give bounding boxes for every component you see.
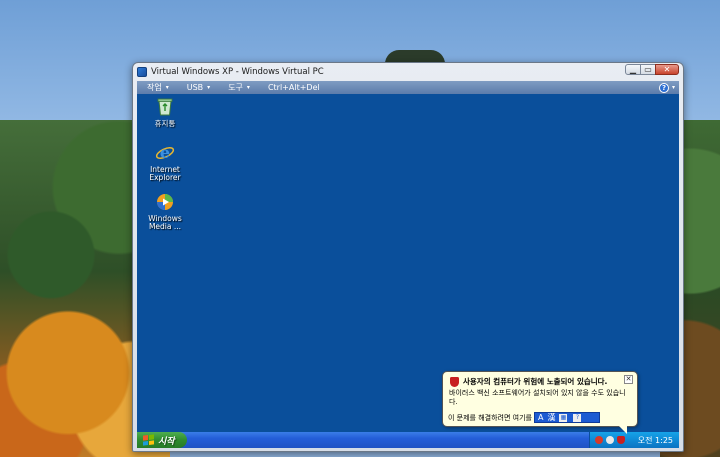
menu-action-label: 작업 bbox=[147, 83, 162, 92]
balloon-header: 사용자의 컴퓨터가 위험에 노출되어 있습니다. bbox=[448, 376, 632, 387]
desktop-icon-internet-explorer[interactable]: e Internet Explorer bbox=[138, 142, 192, 182]
desktop-icon-label: Windows Media ... bbox=[148, 214, 182, 231]
chevron-down-icon: ▾ bbox=[165, 84, 169, 91]
security-alert-icon[interactable] bbox=[595, 436, 603, 444]
menu-action[interactable]: 작업 ▾ bbox=[147, 82, 169, 93]
help-icon: ? bbox=[658, 82, 669, 93]
virtual-pc-icon bbox=[137, 66, 147, 77]
menu-usb-label: USB bbox=[186, 83, 204, 92]
menu-ctrl-alt-del[interactable]: Ctrl+Alt+Del bbox=[268, 83, 320, 92]
close-button[interactable]: ✕ bbox=[655, 64, 679, 75]
menu-usb[interactable]: USB ▾ bbox=[187, 83, 210, 92]
tray-clock[interactable]: 오전 1:25 bbox=[638, 435, 673, 446]
desktop-icon-label: 휴지통 bbox=[154, 119, 176, 128]
shield-icon bbox=[450, 376, 459, 387]
window-titlebar[interactable]: Virtual Windows XP - Windows Virtual PC … bbox=[133, 63, 683, 80]
chevron-down-icon: ▾ bbox=[207, 84, 211, 91]
ime-help-icon[interactable]: ? bbox=[573, 413, 582, 422]
desktop-icon-label: Internet Explorer bbox=[149, 165, 181, 182]
ime-options-icon[interactable]: ▦ bbox=[559, 413, 568, 422]
ime-mode-toggle[interactable]: A bbox=[538, 413, 543, 422]
system-tray: 오전 1:25 bbox=[589, 432, 679, 448]
help-menu-button[interactable]: ? ▾ bbox=[658, 82, 675, 93]
balloon-close-button[interactable]: ✕ bbox=[624, 375, 633, 384]
balloon-message: 바이러스 백신 소프트웨어가 설치되어 있지 않을 수도 있습니다. bbox=[449, 389, 626, 406]
network-icon[interactable] bbox=[606, 436, 614, 444]
window-title: Virtual Windows XP - Windows Virtual PC bbox=[151, 66, 324, 77]
balloon-footer: 이 문제를 해결하려면 여기를 A 漢 ▦ ? bbox=[448, 412, 632, 423]
media-player-icon bbox=[154, 191, 176, 213]
security-notification-balloon[interactable]: 사용자의 컴퓨터가 위험에 노출되어 있습니다. ✕ 바이러스 백신 소프트웨어… bbox=[442, 371, 638, 434]
menu-tools[interactable]: 도구 ▾ bbox=[228, 82, 250, 93]
xp-taskbar: 시작 오전 1:25 bbox=[137, 432, 679, 448]
desktop-icon-windows-media[interactable]: Windows Media ... bbox=[138, 191, 192, 231]
internet-explorer-icon: e bbox=[154, 142, 176, 164]
balloon-title: 사용자의 컴퓨터가 위험에 노출되어 있습니다. bbox=[463, 377, 608, 386]
desktop-icon-recycle-bin[interactable]: 휴지통 bbox=[138, 96, 192, 128]
chevron-down-icon: ▾ bbox=[246, 84, 250, 91]
balloon-footer-text[interactable]: 이 문제를 해결하려면 여기를 bbox=[448, 413, 532, 423]
start-label: 시작 bbox=[158, 436, 175, 447]
window-controls: ▁ ▭ ✕ bbox=[625, 64, 679, 75]
maximize-button[interactable]: ▭ bbox=[640, 64, 656, 75]
start-button[interactable]: 시작 bbox=[137, 432, 187, 448]
ime-hanja-toggle[interactable]: 漢 bbox=[547, 412, 555, 423]
svg-text:e: e bbox=[160, 143, 170, 162]
menu-tools-label: 도구 bbox=[228, 83, 243, 92]
shield-icon[interactable] bbox=[617, 436, 625, 444]
ime-language-bar[interactable]: A 漢 ▦ ? bbox=[533, 412, 600, 423]
menu-ctrl-alt-del-label: Ctrl+Alt+Del bbox=[267, 83, 320, 92]
chevron-down-icon: ▾ bbox=[671, 84, 675, 91]
minimize-button[interactable]: ▁ bbox=[625, 64, 641, 75]
vpc-menubar: 작업 ▾ USB ▾ 도구 ▾ Ctrl+Alt+Del ? ▾ bbox=[137, 81, 679, 94]
windows-logo-icon bbox=[143, 434, 154, 446]
recycle-bin-icon bbox=[154, 96, 176, 118]
